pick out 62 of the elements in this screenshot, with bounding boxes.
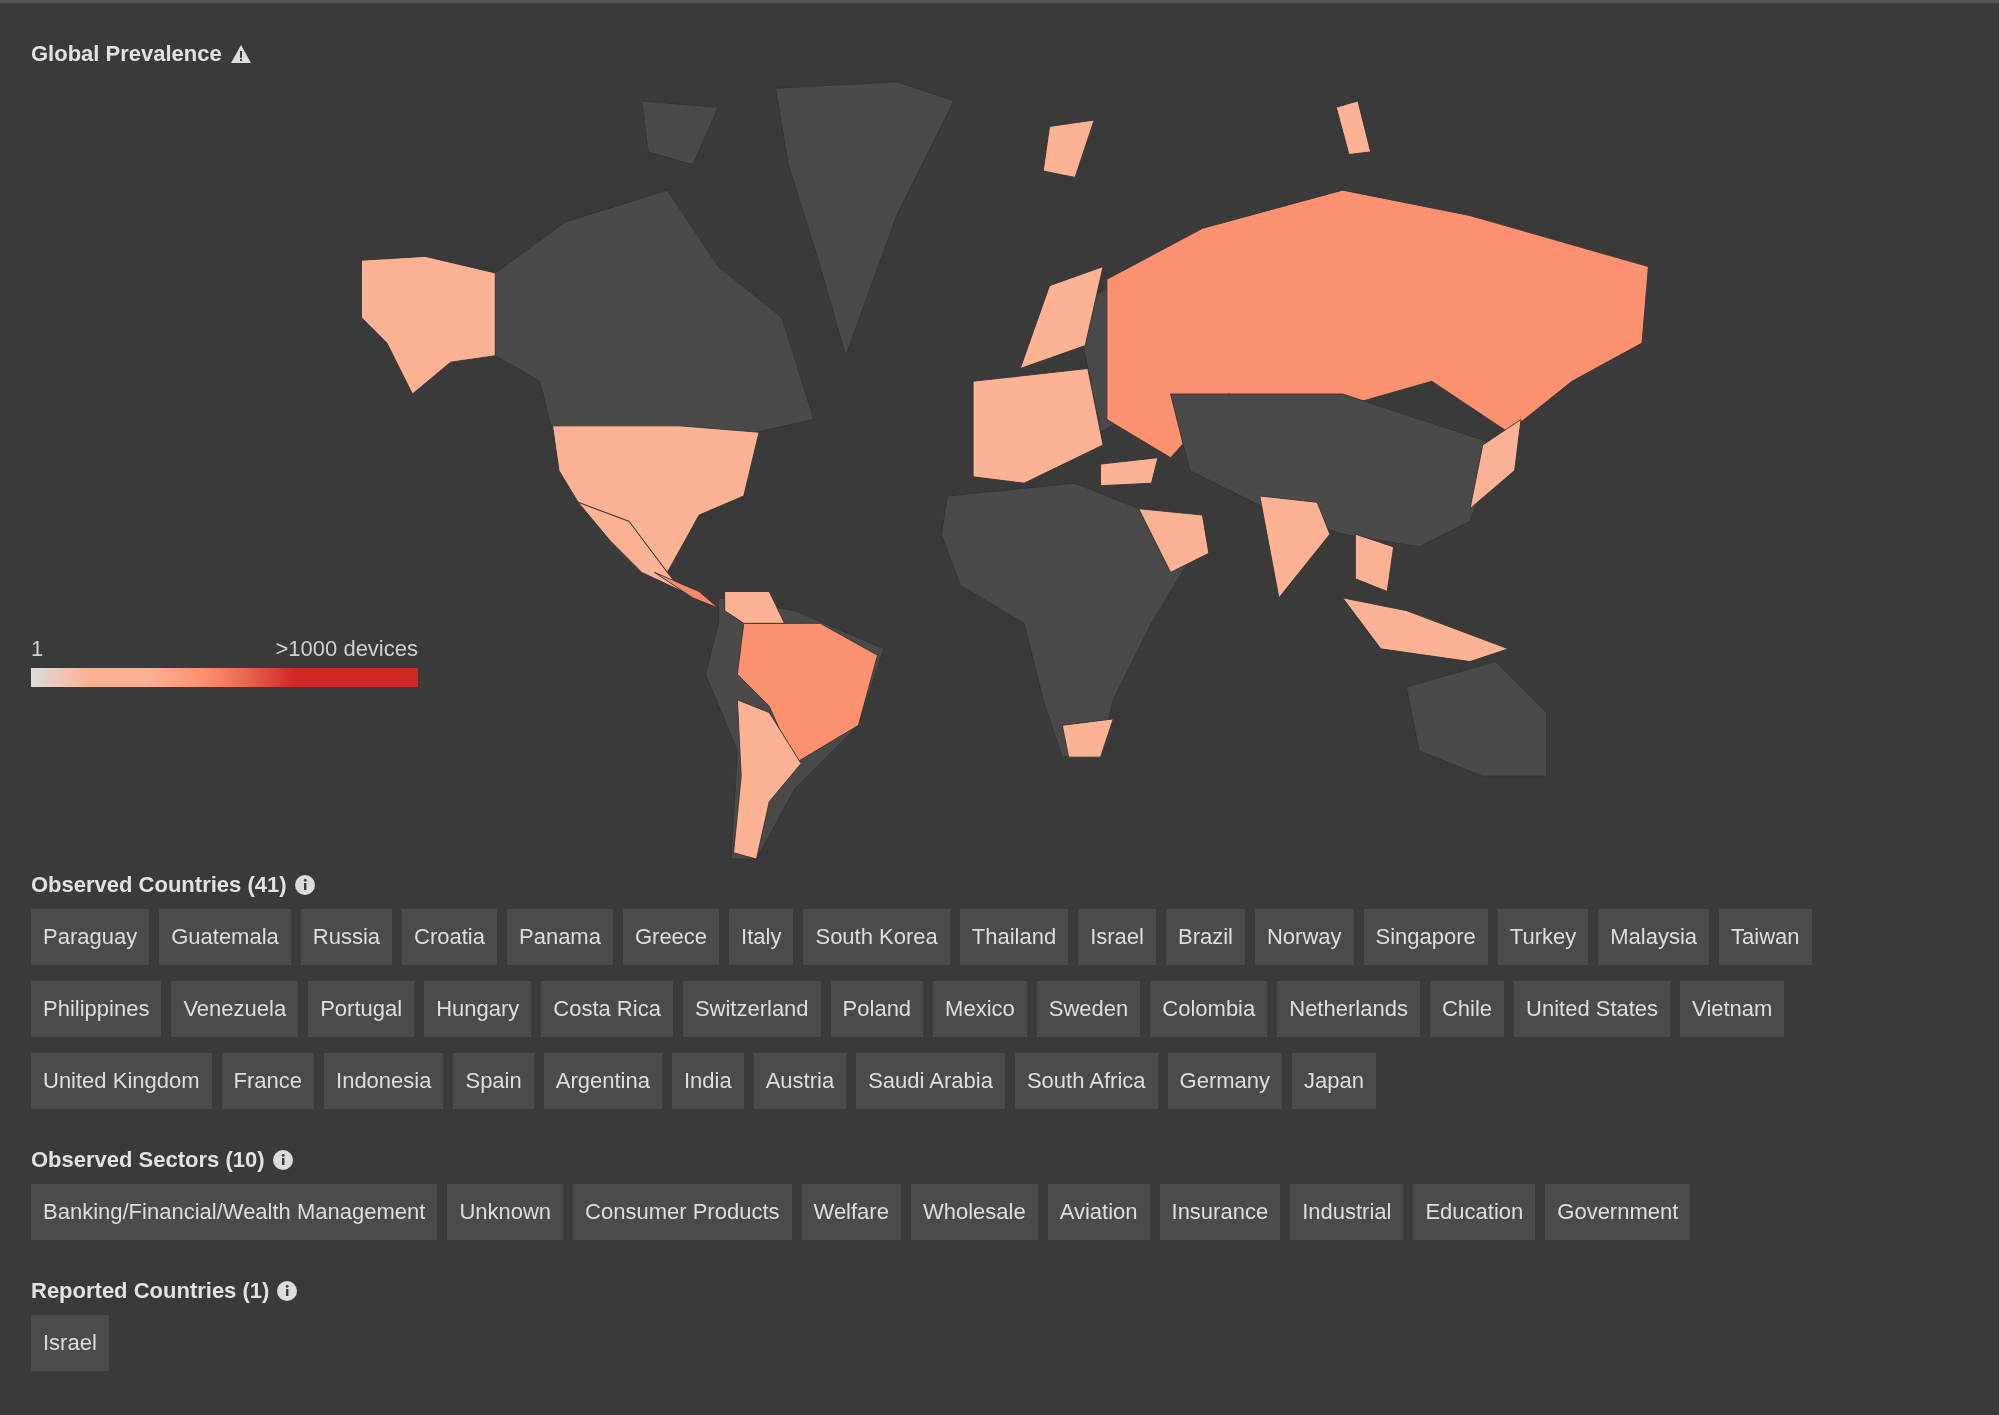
tag: Japan <box>1292 1053 1376 1109</box>
tag: Argentina <box>543 1053 662 1109</box>
tag: Hungary <box>424 981 532 1037</box>
tag: Switzerland <box>682 981 821 1037</box>
tag: Portugal <box>308 981 415 1037</box>
tag: Unknown <box>447 1184 564 1240</box>
warning-icon <box>229 43 252 64</box>
tag: Israel <box>31 1315 109 1371</box>
tag: Malaysia <box>1598 909 1710 965</box>
legend-label: >1000 devices <box>275 638 418 660</box>
tag: Thailand <box>959 909 1069 965</box>
tag: France <box>221 1053 315 1109</box>
tag: Philippines <box>31 981 162 1037</box>
section-heading: Observed Sectors (10) <box>31 1146 265 1174</box>
tag: Taiwan <box>1719 909 1812 965</box>
info-icon <box>272 1149 293 1170</box>
tag: Vietnam <box>1680 981 1785 1037</box>
tag: Saudi Arabia <box>856 1053 1005 1109</box>
tag: India <box>671 1053 744 1109</box>
tag: Aviation <box>1047 1184 1150 1240</box>
tag: Panama <box>507 909 613 965</box>
tag: South Africa <box>1014 1053 1158 1109</box>
tag: Education <box>1413 1184 1536 1240</box>
tag: Brazil <box>1165 909 1245 965</box>
tag: Banking/Financial/Wealth Management <box>31 1184 438 1240</box>
tag: Industrial <box>1290 1184 1404 1240</box>
tag: Croatia <box>402 909 497 965</box>
tag: Indonesia <box>324 1053 444 1109</box>
tag: Costa Rica <box>541 981 673 1037</box>
tag: Insurance <box>1159 1184 1281 1240</box>
tag: Consumer Products <box>573 1184 792 1240</box>
tag: Spain <box>453 1053 534 1109</box>
tag: Sweden <box>1036 981 1141 1037</box>
tag: Venezuela <box>171 981 299 1037</box>
tag: Israel <box>1078 909 1156 965</box>
tag: Welfare <box>801 1184 901 1240</box>
tag: Turkey <box>1497 909 1589 965</box>
tag: Norway <box>1254 909 1354 965</box>
section-title: Global Prevalence <box>31 40 222 68</box>
tag: Guatemala <box>159 909 291 965</box>
tag: Chile <box>1429 981 1505 1037</box>
tag: Germany <box>1167 1053 1282 1109</box>
tag: Colombia <box>1150 981 1268 1037</box>
tag: United Kingdom <box>31 1053 212 1109</box>
tag: Paraguay <box>31 909 150 965</box>
info-icon <box>294 874 315 895</box>
tag: Greece <box>622 909 720 965</box>
tag: Netherlands <box>1277 981 1420 1037</box>
section-heading: Observed Countries (41) <box>31 871 287 899</box>
tag: Russia <box>300 909 393 965</box>
info-icon <box>277 1280 298 1301</box>
section-heading: Reported Countries (1) <box>31 1277 270 1305</box>
legend-label: 1 <box>31 638 44 660</box>
tag: Wholesale <box>910 1184 1038 1240</box>
tag: Italy <box>729 909 794 965</box>
tag: Austria <box>753 1053 847 1109</box>
tag: Poland <box>830 981 924 1037</box>
tag: South Korea <box>803 909 950 965</box>
tag: Government <box>1545 1184 1691 1240</box>
tag: United States <box>1514 981 1671 1037</box>
tag: Mexico <box>933 981 1027 1037</box>
tag: Singapore <box>1363 909 1488 965</box>
